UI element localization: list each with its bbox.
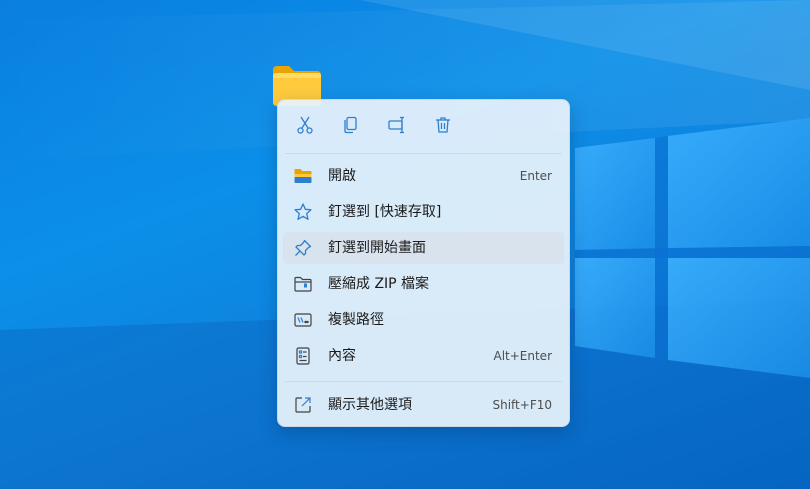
pin-icon — [293, 238, 313, 258]
context-menu: 開啟 Enter 釘選到 [快速存取] 釘選到開始畫面 壓縮成 ZIP 檔案 複… — [277, 99, 570, 427]
desktop-background: 開啟 Enter 釘選到 [快速存取] 釘選到開始畫面 壓縮成 ZIP 檔案 複… — [0, 0, 810, 489]
menu-item-label: 釘選到 [快速存取] — [328, 204, 442, 220]
open-folder-icon — [293, 166, 313, 186]
menu-item-label: 壓縮成 ZIP 檔案 — [328, 276, 430, 292]
context-menu-toolbar — [278, 100, 569, 153]
trash-icon — [433, 115, 453, 139]
copy-icon — [341, 115, 361, 139]
menu-item-pin-quick-access[interactable]: 釘選到 [快速存取] — [283, 196, 564, 228]
menu-item-open[interactable]: 開啟 Enter — [283, 160, 564, 192]
menu-item-label: 開啟 — [328, 168, 356, 184]
more-options-icon — [293, 395, 313, 415]
menu-item-label: 內容 — [328, 348, 356, 364]
zip-folder-icon — [293, 274, 313, 294]
properties-icon — [293, 346, 313, 366]
menu-separator — [285, 381, 562, 382]
delete-button[interactable] — [428, 112, 458, 142]
cut-button[interactable] — [290, 112, 320, 142]
scissors-icon — [295, 115, 315, 139]
path-icon — [293, 310, 313, 330]
menu-item-pin-start[interactable]: 釘選到開始畫面 — [283, 232, 564, 264]
menu-item-compress-zip[interactable]: 壓縮成 ZIP 檔案 — [283, 268, 564, 300]
menu-item-show-more-options[interactable]: 顯示其他選項 Shift+F10 — [283, 389, 564, 421]
menu-item-accelerator: Enter — [519, 169, 552, 183]
menu-item-copy-path[interactable]: 複製路徑 — [283, 304, 564, 336]
toolbar-separator — [285, 153, 562, 154]
rename-button[interactable] — [382, 112, 412, 142]
menu-item-label: 顯示其他選項 — [328, 397, 412, 413]
menu-item-label: 釘選到開始畫面 — [328, 240, 426, 256]
copy-button[interactable] — [336, 112, 366, 142]
menu-item-accelerator: Alt+Enter — [493, 349, 552, 363]
menu-item-accelerator: Shift+F10 — [492, 398, 552, 412]
star-icon — [293, 202, 313, 222]
rename-icon — [387, 115, 407, 139]
menu-item-properties[interactable]: 內容 Alt+Enter — [283, 340, 564, 372]
menu-item-label: 複製路徑 — [328, 312, 384, 328]
